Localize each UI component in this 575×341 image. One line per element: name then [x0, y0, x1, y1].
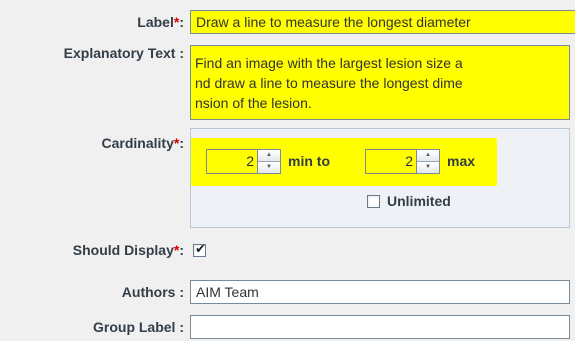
max-cardinality-spinner: ▲ ▼: [416, 149, 440, 174]
min-cardinality-input[interactable]: 2: [206, 149, 258, 174]
should-display-label-text: Should Display: [72, 242, 174, 258]
should-display-label-colon: :: [179, 242, 184, 258]
explanatory-text-label: Explanatory Text :: [63, 45, 184, 61]
cardinality-label-colon: :: [179, 135, 184, 151]
unlimited-checkbox[interactable]: [367, 195, 380, 208]
should-display-label: Should Display*:: [73, 240, 184, 260]
cardinality-label: Cardinality*:: [102, 132, 184, 154]
explanatory-text-line-3: nsion of the lesion.: [195, 95, 312, 111]
explanatory-text-area[interactable]: Find an image with the largest lesion si…: [190, 45, 570, 120]
min-cardinality-spinner: ▲ ▼: [257, 149, 281, 174]
label-field-label-colon: :: [179, 14, 184, 30]
label-input-value: Draw a line to measure the longest diame…: [196, 14, 471, 30]
label-field-label: Label*:: [137, 10, 184, 34]
authors-input[interactable]: AIM Team: [190, 280, 570, 304]
max-cardinality-input[interactable]: 2: [365, 149, 417, 174]
min-to-label: min to: [288, 153, 330, 169]
label-field-label-text: Label: [137, 14, 174, 30]
min-decrement-button[interactable]: ▼: [258, 161, 280, 173]
max-decrement-button[interactable]: ▼: [417, 161, 439, 173]
max-increment-button[interactable]: ▲: [417, 150, 439, 162]
check-icon: ✔: [195, 242, 206, 257]
cardinality-label-text: Cardinality: [101, 135, 174, 151]
min-increment-button[interactable]: ▲: [258, 150, 280, 162]
group-label-label: Group Label :: [93, 319, 184, 335]
unlimited-label: Unlimited: [387, 193, 451, 209]
label-input[interactable]: Draw a line to measure the longest diame…: [190, 10, 575, 34]
max-label: max: [447, 153, 476, 169]
group-label-input[interactable]: [190, 315, 570, 339]
authors-input-value: AIM Team: [196, 284, 259, 300]
explanatory-text-line-2: nd draw a line to measure the longest di…: [195, 75, 463, 91]
explanatory-text-line-1: Find an image with the largest lesion si…: [195, 55, 463, 71]
should-display-checkbox[interactable]: ✔: [193, 242, 206, 257]
authors-label: Authors :: [121, 284, 184, 300]
